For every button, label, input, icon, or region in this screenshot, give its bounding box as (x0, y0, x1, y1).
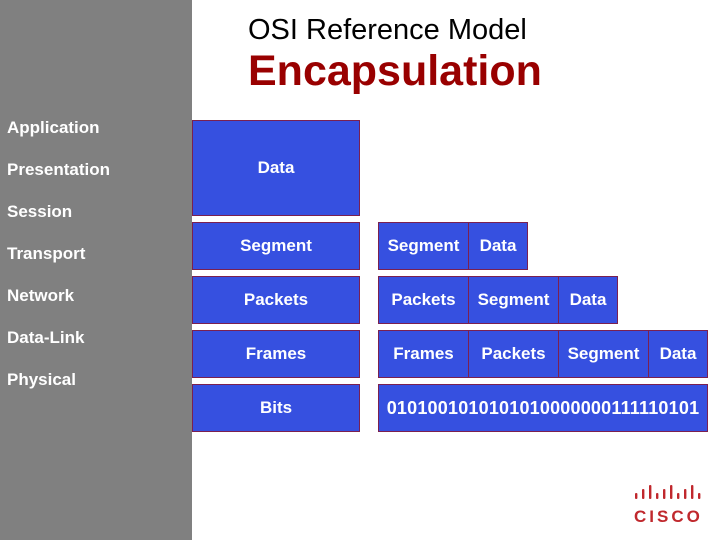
cisco-logo: CISCO (632, 484, 712, 530)
page-subtitle: Encapsulation (248, 47, 542, 95)
layer-session: Session (7, 202, 73, 221)
pdu-data-label: Data (257, 158, 295, 177)
packet-header-cell: Packets (469, 331, 559, 377)
bitstream-text: 0101001010101010000000111110101 (386, 397, 700, 418)
frame-header-cell: Frames (379, 331, 469, 377)
cisco-wordmark: CISCO (634, 507, 703, 526)
network-encapsulation-row: Packets Segment Data (378, 276, 618, 324)
segment-header-cell: Segment (559, 331, 649, 377)
layer-sidebar: Application Presentation Session Transpo… (0, 0, 192, 540)
pdu-frames-box: Frames (192, 330, 360, 378)
packet-header-cell: Packets (379, 277, 469, 323)
pdu-bits-label: Bits (259, 398, 293, 417)
pdu-data-box: Data (192, 120, 360, 216)
page-title: OSI Reference Model (248, 14, 527, 46)
data-cell: Data (659, 344, 697, 363)
layer-application: Application (7, 118, 100, 137)
pdu-frames-label: Frames (245, 344, 307, 363)
data-cell: Data (569, 290, 607, 309)
datalink-encapsulation-row: Frames Packets Segment Data (378, 330, 708, 378)
layer-presentation: Presentation (7, 160, 110, 179)
layer-network: Network (7, 286, 75, 305)
layer-physical: Physical (7, 370, 76, 389)
segment-header-cell: Segment (379, 223, 469, 269)
pdu-packets-label: Packets (243, 290, 309, 309)
pdu-bits-box: Bits (192, 384, 360, 432)
data-cell: Data (479, 236, 517, 255)
physical-bits-row: 0101001010101010000000111110101 (378, 384, 708, 432)
transport-encapsulation-row: Segment Data (378, 222, 528, 270)
pdu-segment-box: Segment (192, 222, 360, 270)
segment-header-cell: Segment (469, 277, 559, 323)
layer-transport: Transport (7, 244, 86, 263)
layer-data-link: Data-Link (7, 328, 85, 347)
pdu-packets-box: Packets (192, 276, 360, 324)
cisco-bars-icon: CISCO (634, 485, 703, 526)
pdu-segment-label: Segment (240, 236, 312, 255)
